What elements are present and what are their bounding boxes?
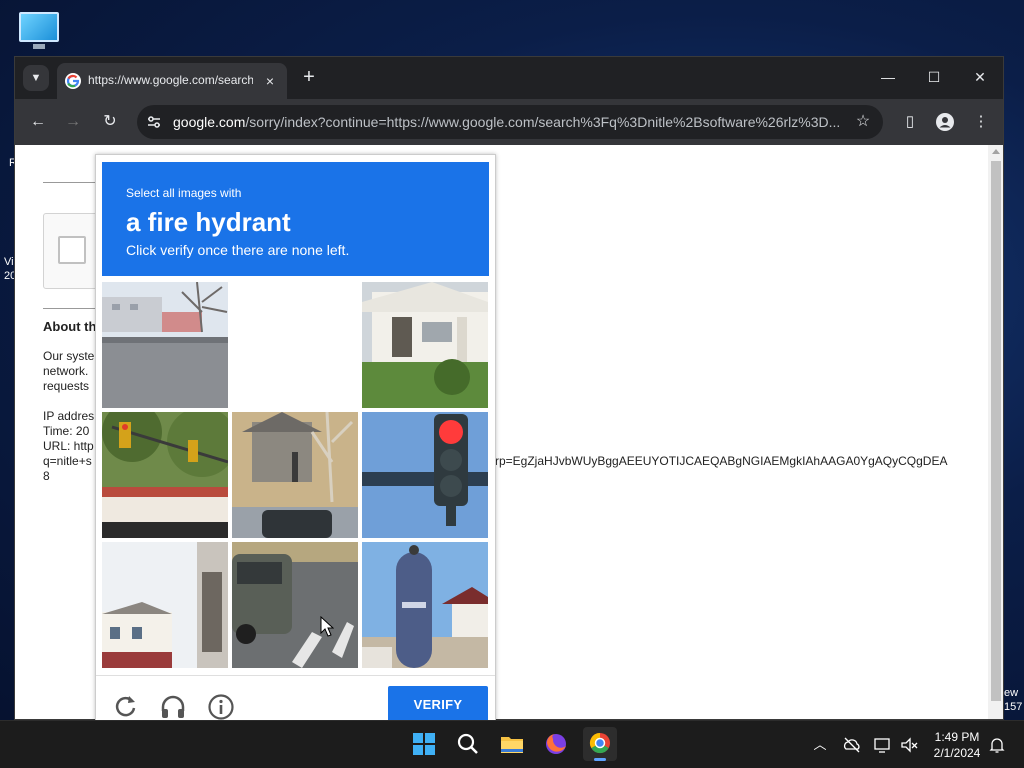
- scrollbar-thumb[interactable]: [991, 161, 1001, 701]
- site-settings-icon[interactable]: [145, 113, 163, 131]
- info-icon[interactable]: [207, 693, 235, 721]
- monitor-icon: [19, 12, 59, 42]
- captcha-tile-1[interactable]: [102, 282, 228, 408]
- clock-time: 1:49 PM: [934, 730, 980, 744]
- reload-challenge-icon[interactable]: [112, 693, 140, 721]
- search-icon[interactable]: [451, 727, 485, 761]
- challenge-footer-divider: [96, 675, 495, 676]
- new-tab-button[interactable]: +: [297, 66, 321, 90]
- verify-button[interactable]: VERIFY: [388, 686, 488, 724]
- tab-close-icon[interactable]: ×: [261, 72, 279, 90]
- audio-challenge-headphones-icon[interactable]: [159, 693, 187, 721]
- browser-tab-google[interactable]: https://www.google.com/search ×: [57, 63, 287, 99]
- captcha-tile-5[interactable]: [232, 412, 358, 538]
- page-paragraph-line: network.: [43, 364, 89, 378]
- desktop-label-fragment: 157: [1004, 701, 1023, 713]
- url-host: google.com: [173, 114, 246, 130]
- volume-muted-icon[interactable]: [899, 735, 919, 755]
- url-continuation: 8: [43, 469, 50, 483]
- url-label: URL: http: [43, 439, 94, 453]
- file-explorer-icon[interactable]: [495, 727, 529, 761]
- start-button-windows-icon[interactable]: [407, 727, 441, 761]
- recaptcha-widget: [43, 213, 103, 289]
- chrome-taskbar-icon[interactable]: [583, 727, 617, 761]
- ip-address-label: IP addres: [43, 409, 95, 423]
- recaptcha-challenge-popup: Select all images with a fire hydrant Cl…: [95, 154, 496, 729]
- address-bar[interactable]: google.com/sorry/index?continue=https://…: [137, 105, 883, 139]
- desktop-label-fragment: Vi: [4, 256, 14, 268]
- captcha-tile-8[interactable]: [232, 542, 358, 668]
- profile-avatar-icon[interactable]: [932, 109, 958, 135]
- network-icon[interactable]: [873, 735, 893, 755]
- url-text[interactable]: google.com/sorry/index?continue=https://…: [173, 114, 845, 132]
- page-scrollbar[interactable]: [988, 145, 1003, 719]
- desktop-label-fragment: ew: [1004, 687, 1019, 699]
- tab-title: https://www.google.com/search: [88, 73, 253, 87]
- captcha-tile-4[interactable]: [102, 412, 228, 538]
- notification-bell-icon[interactable]: [987, 735, 1007, 755]
- back-arrow-icon[interactable]: ←: [25, 109, 51, 135]
- page-paragraph-line: Our syste: [43, 349, 95, 363]
- page-paragraph-line: requests: [43, 379, 90, 393]
- url-path: /sorry/index?continue=https://www.google…: [245, 114, 841, 130]
- bookmark-star-icon[interactable]: ☆: [853, 112, 873, 132]
- url-param-text: rp=EgZjaHJvbWUyBggAEEUYOTIJCAEQABgNGIAEM…: [495, 454, 948, 468]
- onedrive-offline-icon[interactable]: [842, 735, 862, 755]
- minimize-button[interactable]: —: [868, 63, 908, 91]
- menu-kebab-icon[interactable]: ⋮: [968, 109, 994, 135]
- maximize-button[interactable]: ☐: [914, 63, 954, 91]
- about-heading: About th: [43, 319, 97, 334]
- google-favicon-icon: [65, 73, 81, 89]
- tab-strip: ▼ https://www.google.com/search × + — ☐ …: [15, 57, 1003, 99]
- captcha-tile-2[interactable]: [232, 282, 358, 408]
- time-label: Time: 20: [43, 424, 90, 438]
- scroll-up-icon[interactable]: [992, 149, 1000, 154]
- reload-icon[interactable]: ↻: [97, 109, 123, 135]
- clock-date: 2/1/2024: [933, 746, 981, 760]
- active-app-indicator: [594, 758, 606, 761]
- taskbar-clock[interactable]: 1:49 PM 2/1/2024: [928, 729, 986, 761]
- captcha-tile-6[interactable]: [362, 412, 488, 538]
- query-label: q=nitle+s: [43, 454, 92, 468]
- challenge-target: a fire hydrant: [126, 207, 291, 237]
- show-hidden-icons-chevron-icon[interactable]: ︿: [810, 735, 830, 755]
- divider: [43, 182, 103, 183]
- firefox-icon[interactable]: [539, 727, 573, 761]
- divider: [43, 308, 103, 309]
- monitor-stand: [33, 44, 45, 49]
- browser-toolbar: ← → ↻ google.com/sorry/index?continue=ht…: [15, 99, 1003, 145]
- tab-search-chevron-icon[interactable]: ▼: [23, 65, 49, 91]
- captcha-tile-9[interactable]: [362, 542, 488, 668]
- windows-taskbar: ︿ 1:49 PM 2/1/2024: [0, 720, 1024, 768]
- forward-arrow-icon[interactable]: →: [60, 109, 86, 135]
- captcha-tile-3[interactable]: [362, 282, 488, 408]
- close-window-button[interactable]: ✕: [960, 63, 1000, 91]
- mouse-cursor-icon: [320, 616, 334, 637]
- captcha-tile-7[interactable]: [102, 542, 228, 668]
- challenge-header: Select all images with a fire hydrant Cl…: [102, 162, 489, 276]
- side-panel-icon[interactable]: ▯: [897, 109, 923, 135]
- not-a-robot-checkbox[interactable]: [58, 236, 86, 264]
- challenge-instruction: Select all images with: [126, 186, 242, 200]
- this-pc-desktop-icon[interactable]: [17, 10, 61, 50]
- challenge-subtext: Click verify once there are none left.: [126, 242, 350, 258]
